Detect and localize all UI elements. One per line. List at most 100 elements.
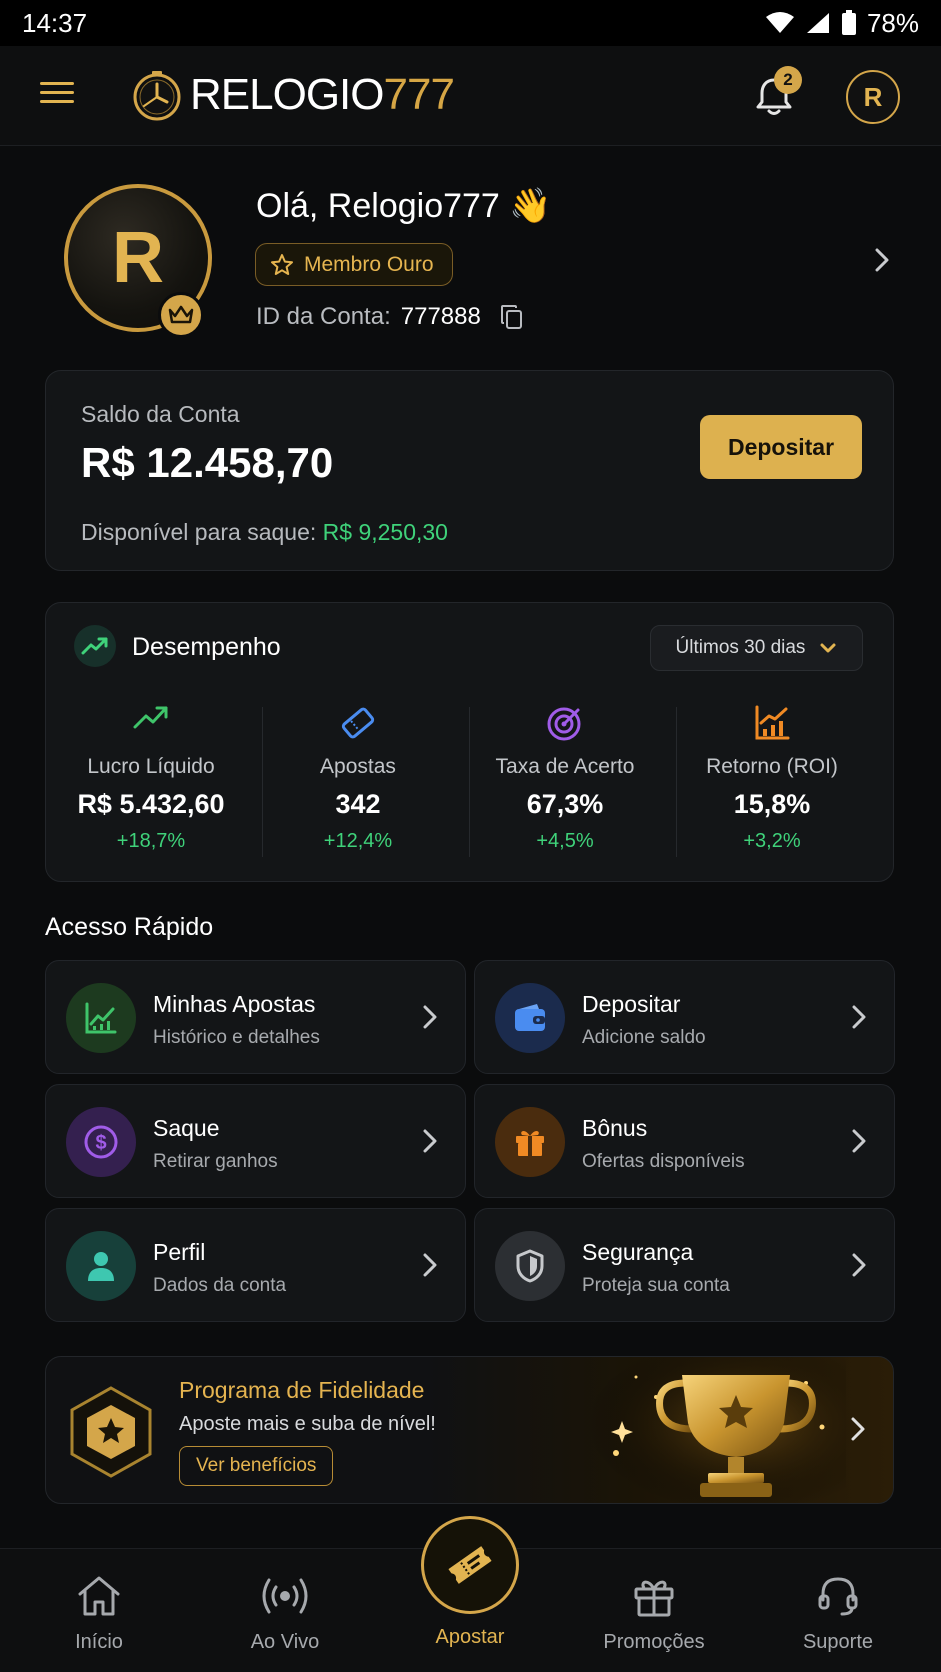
- quick-access-bonus[interactable]: Bônus Ofertas disponíveis: [474, 1084, 895, 1198]
- shield-icon: [516, 1249, 544, 1283]
- metric-delta: +12,4%: [323, 830, 393, 852]
- menu-button[interactable]: [40, 76, 80, 116]
- chevron-right-icon: [852, 1129, 866, 1153]
- battery-level: 78%: [866, 7, 919, 38]
- account-id-row: ID da Conta: 777888: [256, 303, 525, 331]
- nav-promotions[interactable]: Promoções: [574, 1573, 734, 1654]
- clock-logo-icon: [133, 71, 181, 121]
- logo-text-gold: 777: [383, 70, 455, 119]
- metric-net-profit: Lucro Líquido R$ 5.432,60 +18,7%: [48, 703, 254, 853]
- star-icon: [271, 253, 293, 275]
- loyalty-title: Programa de Fidelidade: [179, 1377, 425, 1403]
- copy-icon[interactable]: [499, 303, 525, 331]
- menu-icon-bar: [40, 91, 74, 94]
- profile-greeting: Olá, Relogio777 👋: [256, 187, 552, 225]
- quick-access-my-bets[interactable]: Minhas Apostas Histórico e detalhes: [45, 960, 466, 1074]
- available-label: Disponível para saque:: [81, 519, 317, 545]
- account-id-value: 777888: [400, 303, 481, 330]
- chart-icon: [85, 1002, 117, 1034]
- headset-icon: [818, 1577, 858, 1616]
- chevron-down-icon: [820, 643, 836, 653]
- quick-access-withdraw[interactable]: $ Saque Retirar ganhos: [45, 1084, 466, 1198]
- metric-label: Taxa de Acerto: [495, 755, 635, 778]
- nav-bet-button[interactable]: [421, 1516, 519, 1614]
- wallet-icon: [515, 1004, 545, 1031]
- qa-icon-wrap: [66, 983, 136, 1053]
- qa-name: Depositar: [582, 991, 681, 1017]
- ticket-icon: [448, 1546, 492, 1584]
- qa-icon-wrap: [495, 1231, 565, 1301]
- qa-subtitle: Proteja sua conta: [582, 1275, 730, 1296]
- notification-badge: 2: [774, 66, 802, 94]
- view-benefits-button[interactable]: Ver benefícios: [179, 1446, 334, 1486]
- chevron-right-icon: [423, 1005, 437, 1029]
- hexagon-star-badge-icon: [70, 1386, 152, 1478]
- trophy-icon: [586, 1357, 846, 1503]
- qa-name: Perfil: [153, 1239, 206, 1265]
- trend-up-icon: [81, 637, 108, 655]
- chevron-right-icon: [852, 1253, 866, 1277]
- membership-badge[interactable]: Membro Ouro: [255, 243, 453, 286]
- trend-up-icon: [133, 706, 168, 729]
- nav-bet-label[interactable]: Apostar: [390, 1626, 550, 1649]
- qa-name: Bônus: [582, 1115, 648, 1141]
- metric-hit-rate: Taxa de Acerto 67,3% +4,5%: [462, 703, 668, 853]
- qa-icon-wrap: [495, 1107, 565, 1177]
- metric-label: Apostas: [320, 755, 396, 778]
- qa-name: Saque: [153, 1115, 220, 1141]
- nav-live[interactable]: Ao Vivo: [205, 1573, 365, 1654]
- chevron-right-icon: [423, 1129, 437, 1153]
- balance-card: Saldo da Conta R$ 12.458,70 Depositar Di…: [45, 370, 894, 571]
- header-avatar[interactable]: R: [846, 70, 900, 124]
- metric-value: 342: [335, 789, 381, 819]
- qa-subtitle: Retirar ganhos: [153, 1151, 278, 1172]
- deposit-button[interactable]: Depositar: [700, 415, 862, 479]
- qa-icon-wrap: $: [66, 1107, 136, 1177]
- nav-home[interactable]: Início: [19, 1573, 179, 1654]
- app-logo[interactable]: RELOGIO777: [130, 68, 455, 122]
- qa-subtitle: Ofertas disponíveis: [582, 1151, 745, 1172]
- loyalty-banner[interactable]: Programa de Fidelidade Aposte mais e sub…: [45, 1356, 894, 1504]
- metric-label: Retorno (ROI): [706, 755, 838, 778]
- quick-access-security[interactable]: Segurança Proteja sua conta: [474, 1208, 895, 1322]
- status-bar: 14:37 78%: [0, 0, 941, 46]
- performance-title: Desempenho: [132, 633, 281, 661]
- chart-growth-icon: [755, 705, 790, 740]
- metric-roi: Retorno (ROI) 15,8% +3,2%: [669, 703, 875, 853]
- nav-label: Início: [75, 1631, 123, 1653]
- balance-value: R$ 12.458,70: [81, 439, 334, 486]
- profile-chevron-icon[interactable]: [872, 246, 892, 274]
- qa-icon-wrap: [66, 1231, 136, 1301]
- performance-card: Desempenho Últimos 30 dias Lucro Líquido…: [45, 602, 894, 882]
- account-id-label: ID da Conta:: [256, 303, 391, 330]
- nav-label: Promoções: [603, 1631, 705, 1653]
- qa-name: Minhas Apostas: [153, 991, 316, 1017]
- live-broadcast-icon: [262, 1578, 308, 1614]
- target-icon: [547, 707, 581, 741]
- nav-support[interactable]: Suporte: [758, 1573, 918, 1654]
- date-range-select[interactable]: Últimos 30 dias: [650, 625, 863, 671]
- nav-label: Suporte: [802, 1631, 874, 1653]
- date-range-value: Últimos 30 dias: [675, 637, 806, 658]
- crown-icon: [168, 305, 194, 324]
- metric-bets: Apostas 342 +12,4%: [255, 703, 461, 853]
- signal-icon: [806, 13, 829, 33]
- chevron-right-icon: [851, 1417, 865, 1441]
- qa-name: Segurança: [582, 1239, 694, 1265]
- app-header: RELOGIO777 2 R: [0, 46, 941, 146]
- membership-label: Membro Ouro: [304, 252, 434, 276]
- status-icons: 78%: [765, 8, 919, 39]
- qa-subtitle: Adicione saldo: [582, 1027, 706, 1048]
- logo-text-white: RELOGIO: [190, 70, 384, 119]
- quick-access-profile[interactable]: Perfil Dados da conta: [45, 1208, 466, 1322]
- loyalty-subtitle: Aposte mais e suba de nível!: [179, 1413, 436, 1435]
- battery-icon: [841, 10, 856, 35]
- user-icon: [88, 1252, 114, 1281]
- metric-delta: +3,2%: [743, 830, 801, 852]
- metric-delta: +4,5%: [536, 830, 594, 852]
- quick-access-deposit[interactable]: Depositar Adicione saldo: [474, 960, 895, 1074]
- available-withdraw: Disponível para saque: R$ 9,250,30: [81, 519, 448, 546]
- ticket-icon: [341, 707, 375, 739]
- nav-label: Ao Vivo: [250, 1631, 320, 1653]
- metric-value: 67,3%: [526, 789, 604, 819]
